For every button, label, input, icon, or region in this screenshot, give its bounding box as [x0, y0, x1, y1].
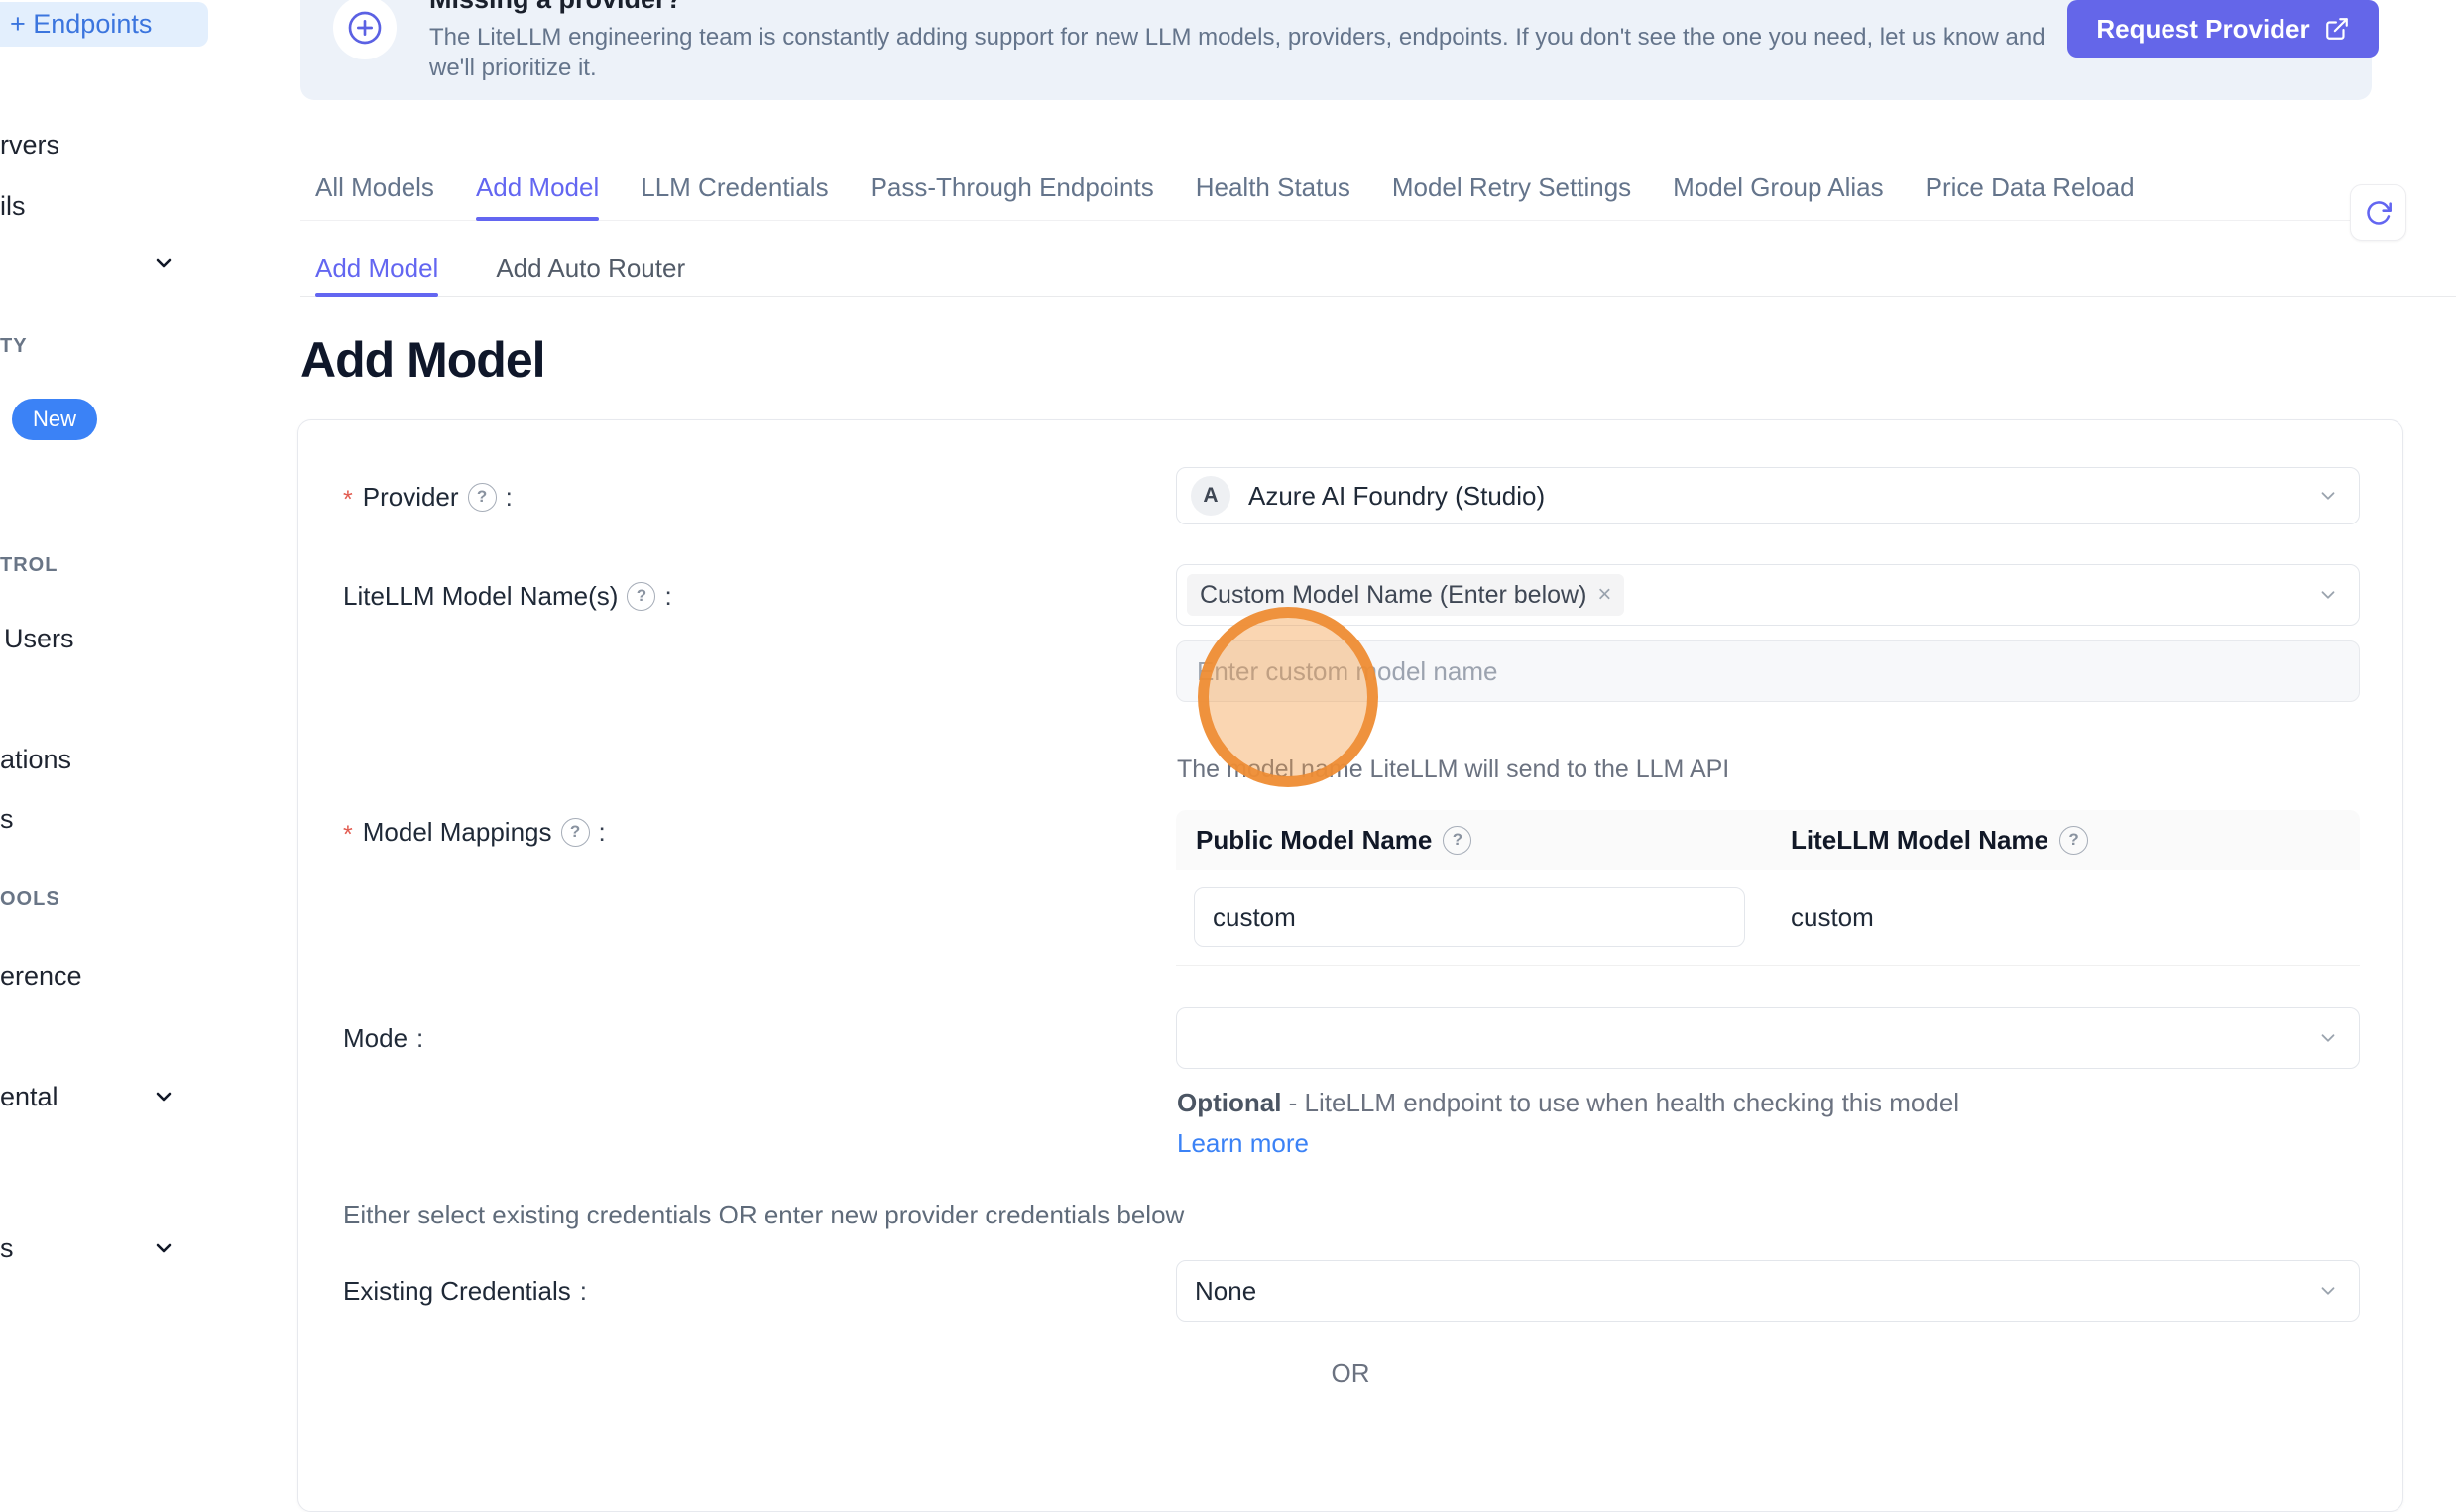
close-icon[interactable]: ×	[1597, 581, 1611, 609]
label-colon: :	[664, 581, 671, 612]
sidebar-item-collapsed-group[interactable]	[152, 246, 175, 280]
litellm-model-name-value: custom	[1791, 902, 1874, 933]
tab-model-retry-settings[interactable]: Model Retry Settings	[1392, 155, 1631, 220]
tab-all-models[interactable]: All Models	[315, 155, 434, 220]
tab-add-model[interactable]: Add Model	[476, 155, 599, 220]
sidebar-item-endpoints-label: + Endpoints	[10, 9, 152, 40]
mode-helper-text: Optional - LiteLLM endpoint to use when …	[1177, 1083, 1992, 1164]
custom-model-name-input[interactable]	[1176, 640, 2360, 702]
missing-provider-banner: Missing a provider? The LiteLLM engineer…	[300, 0, 2372, 100]
plus-circle-icon	[333, 0, 397, 59]
mode-select[interactable]	[1176, 1007, 2360, 1069]
sidebar-item-servers[interactable]: rvers	[0, 128, 59, 162]
main-tabs: All Models Add Model LLM Credentials Pas…	[300, 155, 2406, 221]
tab-health-status[interactable]: Health Status	[1196, 155, 1350, 220]
existing-credentials-label-row: Existing Credentials :	[343, 1274, 587, 1308]
model-names-label-row: LiteLLM Model Name(s) ? :	[343, 579, 672, 613]
learn-more-link[interactable]: Learn more	[1177, 1128, 1309, 1158]
public-model-name-header: Public Model Name ?	[1176, 825, 1791, 856]
label-colon: :	[416, 1023, 423, 1054]
help-icon[interactable]: ?	[627, 582, 655, 611]
chevron-down-icon	[2317, 485, 2339, 507]
selected-model-tag: Custom Model Name (Enter below) ×	[1187, 574, 1624, 616]
request-provider-button[interactable]: Request Provider	[2067, 0, 2379, 58]
model-mappings-table: Public Model Name ? LiteLLM Model Name ?…	[1176, 810, 2360, 966]
provider-label-row: * Provider ? :	[343, 480, 513, 514]
model-names-label: LiteLLM Model Name(s)	[343, 581, 618, 612]
chevron-down-icon	[2317, 1280, 2339, 1302]
public-model-name-header-label: Public Model Name	[1196, 825, 1432, 856]
sidebar-section-tools: OOLS	[0, 886, 60, 912]
sidebar-section-access-control: TROL	[0, 552, 58, 578]
banner-title: Missing a provider?	[429, 0, 682, 15]
sidebar: + Endpoints rvers ils TY New TROL Users …	[0, 0, 300, 1373]
model-name-helper-text: The model name LiteLLM will send to the …	[1177, 756, 1729, 784]
provider-label: Provider	[363, 482, 459, 513]
sub-tabs: Add Model Add Auto Router	[300, 239, 2456, 297]
new-badge: New	[12, 399, 97, 440]
chevron-down-icon[interactable]	[152, 1085, 175, 1108]
label-colon: :	[506, 482, 513, 513]
sidebar-item-organizations[interactable]: ations	[0, 743, 71, 776]
tab-llm-credentials[interactable]: LLM Credentials	[641, 155, 828, 220]
selected-model-tag-label: Custom Model Name (Enter below)	[1200, 581, 1586, 610]
help-icon[interactable]: ?	[2059, 826, 2088, 855]
external-link-icon	[2324, 16, 2350, 42]
refresh-icon	[2365, 199, 2393, 227]
help-icon[interactable]: ?	[1443, 826, 1471, 855]
subtab-add-model[interactable]: Add Model	[315, 239, 438, 296]
sidebar-item-users[interactable]: Users	[4, 622, 74, 655]
label-colon: :	[580, 1276, 587, 1307]
chevron-down-icon	[2317, 584, 2339, 606]
sidebar-item-details[interactable]: ils	[0, 189, 26, 223]
sidebar-item-endpoints[interactable]: + Endpoints	[0, 2, 208, 47]
page-title: Add Model	[300, 331, 545, 389]
sidebar-item-settings[interactable]: s	[0, 1231, 14, 1265]
help-icon[interactable]: ?	[468, 483, 497, 512]
chevron-down-icon	[2317, 1027, 2339, 1049]
litellm-model-name-header-label: LiteLLM Model Name	[1791, 825, 2048, 856]
mode-label: Mode	[343, 1023, 408, 1054]
subtab-add-auto-router[interactable]: Add Auto Router	[496, 239, 685, 296]
model-names-select[interactable]: Custom Model Name (Enter below) ×	[1176, 564, 2360, 626]
required-mark: *	[343, 486, 353, 515]
existing-credentials-value: None	[1195, 1276, 1256, 1307]
add-model-form-card: * Provider ? : A Azure AI Foundry (Studi…	[297, 419, 2403, 1512]
existing-credentials-select[interactable]: None	[1176, 1260, 2360, 1322]
model-mappings-label-row: * Model Mappings ? :	[343, 815, 606, 849]
sidebar-item-teams[interactable]: s	[0, 802, 14, 836]
banner-description: The LiteLLM engineering team is constant…	[429, 22, 2070, 83]
tab-price-data-reload[interactable]: Price Data Reload	[1926, 155, 2135, 220]
provider-select[interactable]: A Azure AI Foundry (Studio)	[1176, 467, 2360, 524]
mode-helper-body: - LiteLLM endpoint to use when health ch…	[1281, 1088, 1959, 1117]
sidebar-item-experimental[interactable]: ental	[0, 1080, 58, 1113]
provider-avatar: A	[1191, 476, 1230, 516]
label-colon: :	[599, 817, 606, 848]
refresh-button[interactable]	[2350, 184, 2406, 241]
mode-label-row: Mode :	[343, 1021, 423, 1055]
model-mapping-row: custom	[1176, 870, 2360, 966]
tab-model-group-alias[interactable]: Model Group Alias	[1673, 155, 1883, 220]
or-divider: OR	[298, 1360, 2402, 1386]
existing-credentials-label: Existing Credentials	[343, 1276, 571, 1307]
chevron-down-icon	[152, 251, 175, 275]
help-icon[interactable]: ?	[561, 818, 590, 847]
public-model-name-input[interactable]	[1194, 887, 1745, 947]
model-mappings-label: Model Mappings	[363, 817, 552, 848]
sidebar-section-security: TY	[0, 333, 28, 359]
credentials-note: Either select existing credentials OR en…	[343, 1200, 1184, 1230]
request-provider-label: Request Provider	[2096, 14, 2309, 45]
tab-pass-through-endpoints[interactable]: Pass-Through Endpoints	[871, 155, 1154, 220]
provider-value: Azure AI Foundry (Studio)	[1248, 481, 1545, 512]
litellm-model-name-header: LiteLLM Model Name ?	[1791, 825, 2088, 856]
mode-helper-optional: Optional	[1177, 1088, 1281, 1117]
sidebar-item-reference[interactable]: erence	[0, 959, 82, 992]
chevron-down-icon[interactable]	[152, 1236, 175, 1260]
required-mark: *	[343, 821, 353, 850]
model-mappings-header: Public Model Name ? LiteLLM Model Name ?	[1176, 810, 2360, 870]
